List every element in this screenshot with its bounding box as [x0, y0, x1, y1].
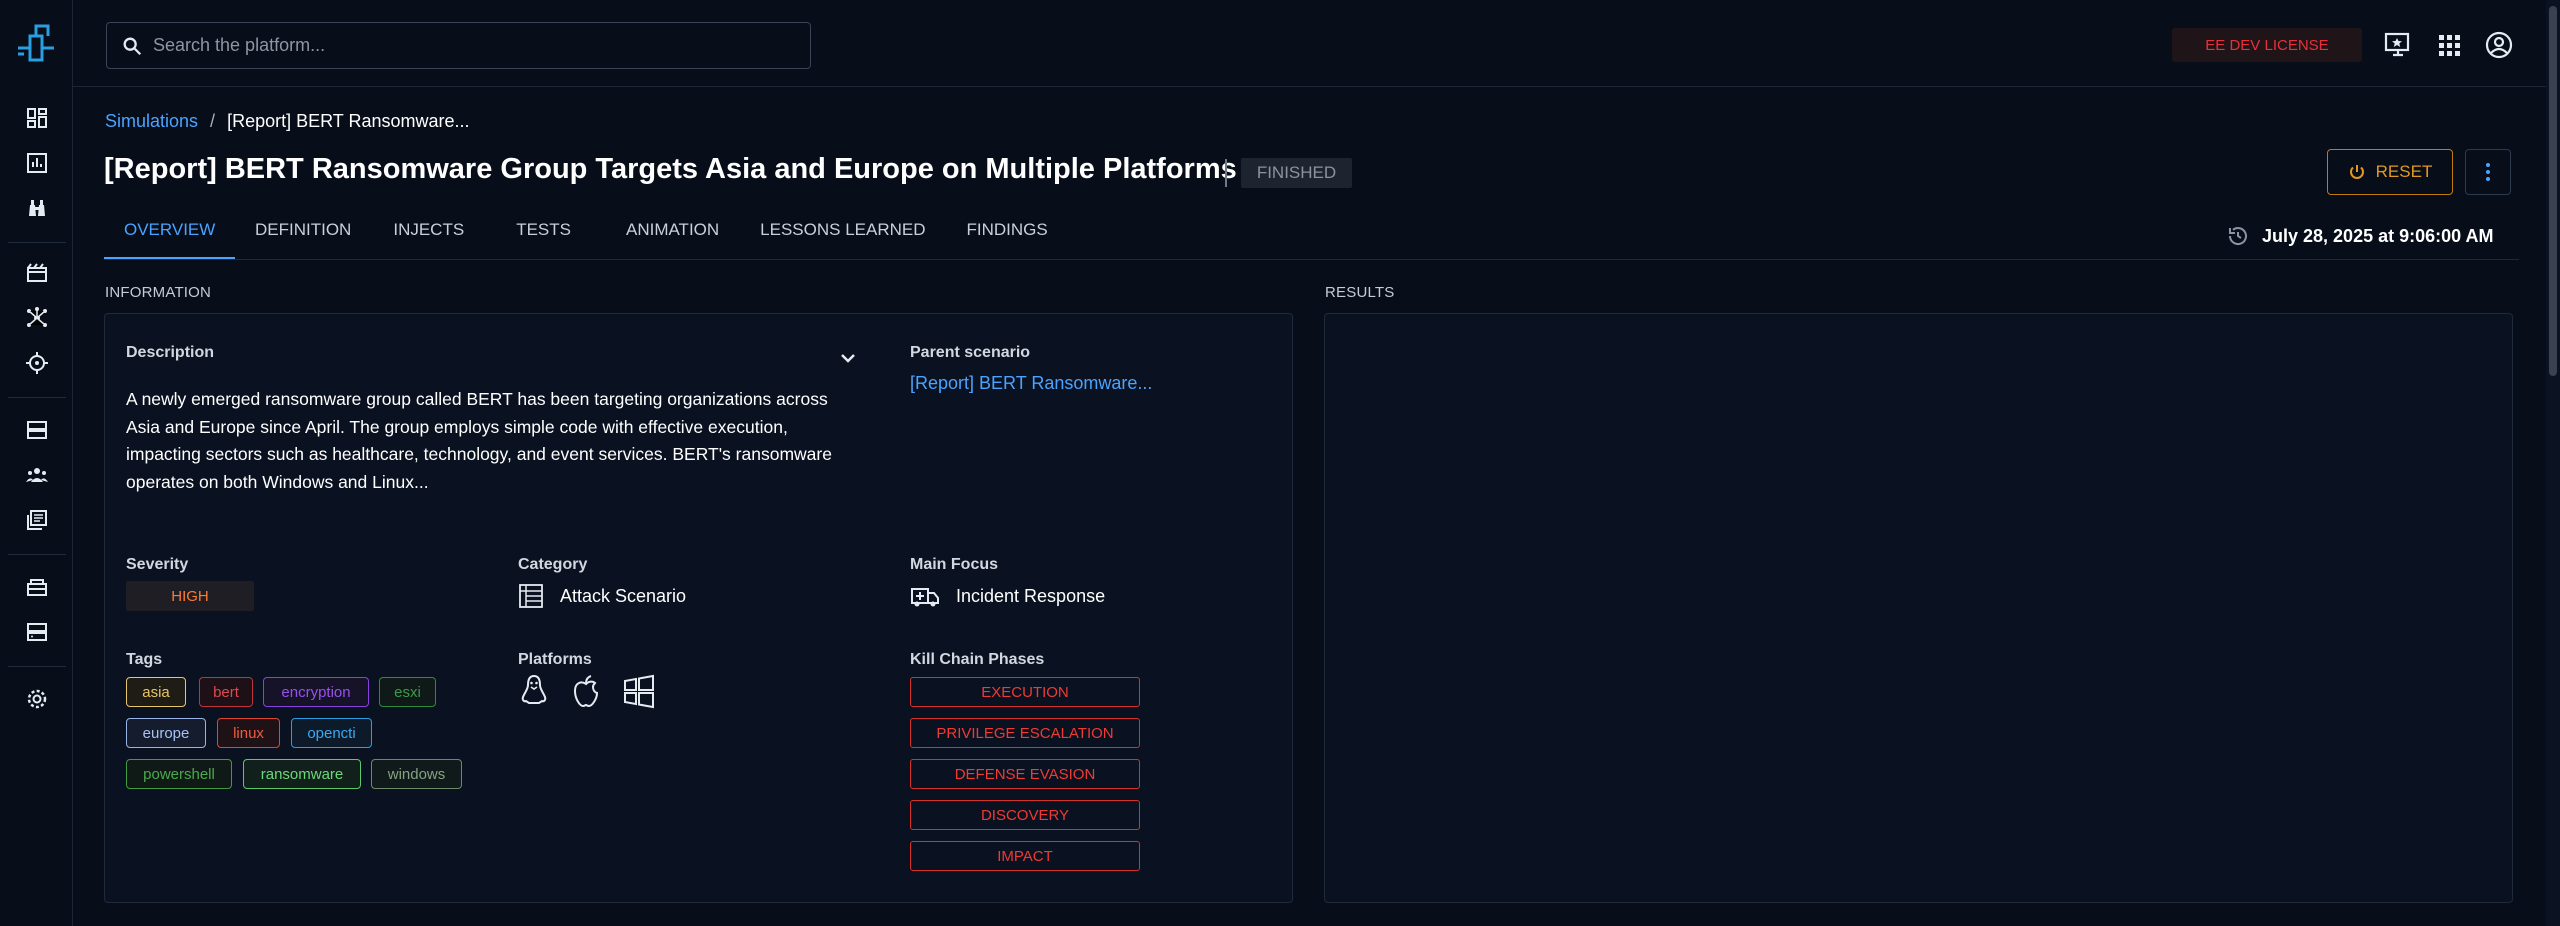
tag-ransomware[interactable]: ransomware: [243, 759, 361, 789]
results-panel: [1324, 313, 2513, 903]
search-input[interactable]: [153, 23, 793, 68]
page-title: [Report] BERT Ransomware Group Targets A…: [104, 153, 1237, 185]
hub-icon[interactable]: [24, 305, 50, 331]
description-line: Asia and Europe since April. The group e…: [126, 416, 788, 437]
tab-overview[interactable]: OVERVIEW: [104, 210, 235, 260]
crosshair-icon[interactable]: [24, 350, 50, 376]
tag-linux[interactable]: linux: [217, 718, 280, 748]
more-options-button[interactable]: [2465, 149, 2511, 195]
kill-chain-label: Kill Chain Phases: [910, 651, 1045, 668]
tab-bar: OVERVIEW DEFINITION INJECTS TESTS ANIMAT…: [104, 210, 1048, 260]
search-box[interactable]: [106, 22, 811, 69]
information-section-label: INFORMATION: [105, 284, 212, 301]
breadcrumb-current: [Report] BERT Ransomware...: [227, 111, 470, 131]
kill-chain-phase: DISCOVERY: [910, 800, 1140, 830]
license-badge: EE DEV LICENSE: [2172, 28, 2362, 62]
linux-icon: [521, 674, 547, 704]
movie-icon[interactable]: [24, 260, 50, 286]
tag-encryption[interactable]: encryption: [263, 677, 369, 707]
date-text: July 28, 2025 at 9:06:00 AM: [2262, 225, 2494, 246]
main-focus-text: Incident Response: [956, 585, 1106, 606]
sidebar-divider: [8, 666, 66, 667]
tag-powershell[interactable]: powershell: [126, 759, 232, 789]
tab-tests[interactable]: TESTS: [516, 210, 571, 260]
assets-icon[interactable]: [24, 574, 50, 600]
tab-definition[interactable]: DEFINITION: [255, 210, 351, 260]
tag-europe[interactable]: europe: [126, 718, 206, 748]
kill-chain-phase: PRIVILEGE ESCALATION: [910, 718, 1140, 748]
chart-icon[interactable]: [24, 150, 50, 176]
tag-opencti[interactable]: opencti: [291, 718, 372, 748]
tags-label: Tags: [126, 651, 163, 668]
main-focus-label: Main Focus: [910, 556, 999, 573]
description-text: A newly emerged ransomware group called …: [126, 386, 886, 496]
status-badge: FINISHED: [1241, 158, 1352, 188]
results-section-label: RESULTS: [1325, 284, 1395, 301]
tab-lessons-learned[interactable]: LESSONS LEARNED: [760, 210, 925, 260]
tabs-divider: [104, 259, 2519, 260]
main-focus-value: Incident Response: [910, 583, 1105, 609]
account-icon[interactable]: [2484, 30, 2514, 60]
tab-findings[interactable]: FINDINGS: [967, 210, 1048, 260]
apple-icon: [573, 675, 599, 708]
parent-scenario-link[interactable]: [Report] BERT Ransomware...: [910, 373, 1152, 394]
tag-asia[interactable]: asia: [126, 677, 186, 707]
category-text: Attack Scenario: [560, 585, 687, 606]
description-line: operates on both Windows and Linux...: [126, 471, 429, 492]
ambulance-icon: [911, 588, 939, 607]
category-value: Attack Scenario: [518, 583, 686, 609]
title-divider: [1225, 159, 1227, 187]
parent-scenario-label: Parent scenario: [910, 344, 1031, 361]
tab-animation[interactable]: ANIMATION: [626, 210, 719, 260]
tag-esxi[interactable]: esxi: [379, 677, 436, 707]
breadcrumb: Simulations / [Report] BERT Ransomware..…: [105, 111, 470, 132]
breadcrumb-separator: /: [210, 111, 216, 131]
reset-label: RESET: [2375, 162, 2433, 181]
library-icon[interactable]: [24, 507, 50, 533]
binoculars-icon[interactable]: [24, 195, 50, 221]
chevron-down-icon[interactable]: [836, 346, 860, 370]
screen-star-icon[interactable]: [2383, 30, 2413, 60]
kill-chain-phase: EXECUTION: [910, 677, 1140, 707]
severity-badge: HIGH: [126, 581, 254, 611]
sidebar-divider: [8, 242, 66, 243]
sidebar: [0, 0, 73, 926]
severity-label: Severity: [126, 556, 189, 573]
top-bar: EE DEV LICENSE: [73, 0, 2560, 87]
app-logo[interactable]: [14, 20, 60, 68]
sidebar-divider: [8, 397, 66, 398]
sidebar-divider: [8, 554, 66, 555]
tag-bert[interactable]: bert: [199, 677, 253, 707]
storage-icon[interactable]: [24, 619, 50, 645]
reset-button[interactable]: RESET: [2327, 149, 2453, 195]
breadcrumb-link-simulations[interactable]: Simulations: [105, 111, 198, 132]
platforms-label: Platforms: [518, 651, 592, 668]
date-display: July 28, 2025 at 9:06:00 AM: [2226, 224, 2493, 248]
power-icon: [2349, 165, 2364, 179]
description-line: A newly emerged ransomware group called …: [126, 389, 828, 409]
kill-chain-phase: IMPACT: [910, 841, 1140, 871]
search-icon: [123, 37, 142, 56]
tag-windows[interactable]: windows: [371, 759, 462, 789]
scrollbar-thumb[interactable]: [2549, 6, 2557, 376]
kill-chain-phase: DEFENSE EVASION: [910, 759, 1140, 789]
description-label: Description: [126, 344, 215, 361]
category-icon: [519, 584, 543, 608]
category-label: Category: [518, 556, 588, 573]
history-icon: [2228, 227, 2247, 245]
dashboard-icon[interactable]: [24, 105, 50, 131]
windows-icon: [624, 674, 654, 709]
more-vertical-icon: [2486, 163, 2490, 181]
server-icon[interactable]: [24, 417, 50, 443]
teams-icon[interactable]: [24, 462, 50, 488]
settings-icon[interactable]: [24, 686, 50, 712]
description-line: impacting sectors such as healthcare, te…: [126, 444, 832, 464]
tab-injects[interactable]: INJECTS: [393, 210, 464, 260]
apps-grid-icon[interactable]: [2434, 30, 2464, 60]
